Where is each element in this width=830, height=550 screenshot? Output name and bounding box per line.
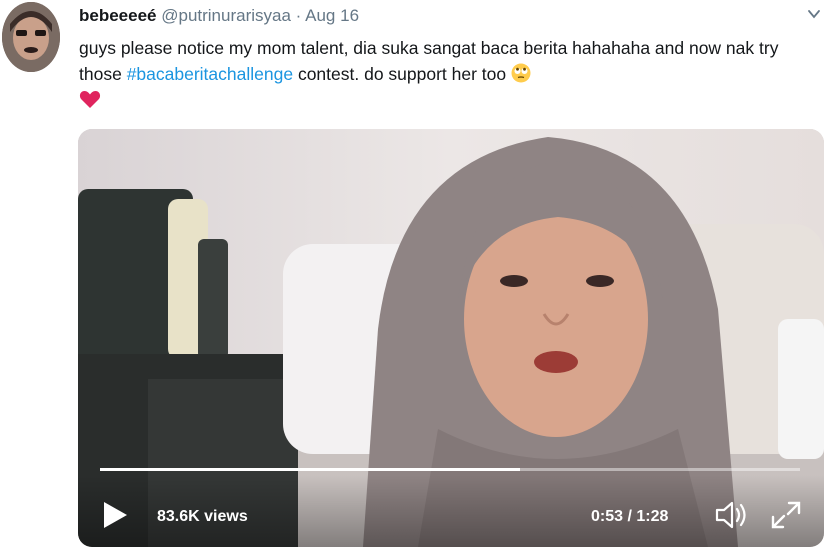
separator-dot: · — [295, 6, 302, 25]
fullscreen-icon[interactable] — [770, 500, 802, 530]
video-progress-fill — [100, 468, 520, 471]
tweet-text: guys please notice my mom talent, dia su… — [79, 35, 814, 109]
display-name[interactable]: bebeeeeé — [79, 6, 157, 25]
volume-icon[interactable] — [714, 499, 750, 531]
chevron-down-icon[interactable] — [806, 6, 822, 22]
avatar[interactable] — [2, 2, 60, 72]
video-progress-bar[interactable] — [100, 468, 800, 471]
play-icon[interactable] — [101, 500, 129, 530]
red-heart-emoji-icon — [79, 91, 101, 108]
rolling-eyes-emoji-icon — [511, 63, 531, 83]
tweet-text-tail: contest. do support her too — [293, 64, 507, 84]
tweet-date[interactable]: Aug 16 — [305, 6, 359, 25]
user-handle[interactable]: @putrinurarisyaa — [161, 6, 291, 25]
avatar-image — [2, 2, 60, 72]
view-count: 83.6K views — [157, 508, 248, 525]
hashtag-link[interactable]: #bacaberitachallenge — [127, 64, 293, 84]
video-player[interactable]: 83.6K views 0:53 / 1:28 — [78, 129, 824, 547]
video-time: 0:53 / 1:28 — [591, 508, 669, 525]
tweet-header: bebeeeeé @putrinurarisyaa · Aug 16 — [79, 6, 359, 26]
